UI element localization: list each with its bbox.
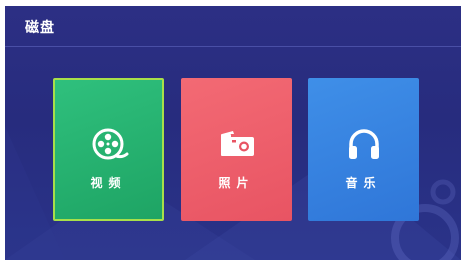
headphones-icon bbox=[348, 129, 379, 159]
page-title: 磁盘 bbox=[25, 20, 55, 36]
photo-icon bbox=[220, 131, 254, 156]
photo-tile-label: 照片 bbox=[218, 176, 255, 190]
video-tile-label: 视频 bbox=[90, 176, 127, 190]
music-tile-label: 音乐 bbox=[345, 176, 382, 190]
disk-screen: 磁盘 视频 照片 音乐 bbox=[5, 6, 461, 260]
photo-tile[interactable]: 照片 bbox=[181, 78, 292, 221]
video-tile[interactable]: 视频 bbox=[53, 78, 164, 221]
header-bar: 磁盘 bbox=[5, 6, 461, 47]
film-reel-icon bbox=[92, 128, 128, 160]
music-tile[interactable]: 音乐 bbox=[308, 78, 419, 221]
